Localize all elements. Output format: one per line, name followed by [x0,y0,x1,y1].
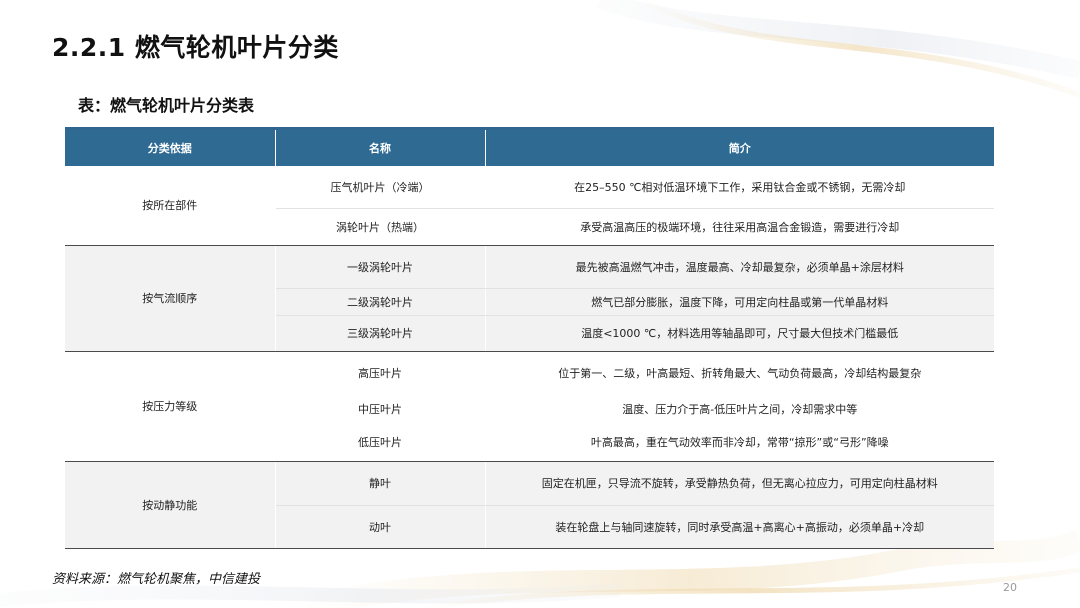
header-basis: 分类依据 [65,130,276,166]
page-number: 20 [1003,581,1017,594]
blade-name: 动叶 [275,505,486,549]
group-by-static-dynamic-function: 按动静功能 静叶 固定在机匣，只导流不旋转，承受静热负荷，但无离心拉应力，可用定… [65,461,994,549]
header-name: 名称 [275,130,486,166]
blade-name: 三级涡轮叶片 [275,315,486,352]
blade-description: 最先被高温燃气冲击，温度最高、冷却最复杂，必须单晶+涂层材料 [485,245,994,289]
table-row: 按气流顺序 一级涡轮叶片 最先被高温燃气冲击，温度最高、冷却最复杂，必须单晶+涂… [65,245,994,352]
category-cell: 按压力等级 [65,351,276,462]
table-caption: 表：燃气轮机叶片分类表 [78,96,255,115]
blade-description: 承受高温高压的极端环境，往往采用高温合金锻造，需要进行冷却 [485,208,994,246]
table-header-row: 分类依据 名称 简介 [65,130,994,166]
blade-name: 高压叶片 [275,351,486,395]
blade-name: 中压叶片 [275,395,486,423]
category-cell: 按所在部件 [65,166,276,246]
group-by-airflow-order: 按气流顺序 一级涡轮叶片 最先被高温燃气冲击，温度最高、冷却最复杂，必须单晶+涂… [65,245,994,352]
blade-description: 固定在机匣，只导流不旋转，承受静热负荷，但无离心拉应力，可用定向柱晶材料 [485,461,994,506]
blade-description: 位于第一、二级，叶高最短、折转角最大、气动负荷最高，冷却结构最复杂 [558,367,922,381]
group-by-pressure-level: 按压力等级 高压叶片 位于第一、二级，叶高最短、折转角最大、气动负荷最高，冷却结… [65,351,994,462]
page-title: 2.2.1 燃气轮机叶片分类 [52,33,339,62]
blade-description: 装在轮盘上与轴同速旋转，同时承受高温+高离心+高振动，必须单晶+冷却 [485,505,994,549]
blade-description: 在25–550 ℃相对低温环境下工作，采用钛合金或不锈钢，无需冷却 [485,166,994,209]
blade-name: 涡轮叶片（热端） [275,208,486,246]
blade-description: 温度<1000 ℃，材料选用等轴晶即可，尺寸最大但技术门槛最低 [485,315,994,352]
blade-name: 静叶 [275,461,486,506]
blade-name: 低压叶片 [275,423,486,462]
group-by-component: 按所在部件 压气机叶片（冷端） 在25–550 ℃相对低温环境下工作，采用钛合金… [65,166,994,246]
classification-table: 分类依据 名称 简介 按所在部件 压气机叶片（冷端） 在25–550 ℃相对低温… [65,127,994,549]
blade-description: 温度、压力介于高-低压叶片之间，冷却需求中等 [622,403,858,416]
category-cell: 按动静功能 [65,461,276,549]
category-cell: 按气流顺序 [65,245,276,352]
blade-description: 燃气已部分膨胀，温度下降，可用定向柱晶或第一代单晶材料 [485,288,994,316]
blade-name: 压气机叶片（冷端） [275,166,486,209]
source-note: 资料来源：燃气轮机聚焦，中信建投 [52,572,261,587]
blade-name: 一级涡轮叶片 [275,245,486,289]
table-row: 按所在部件 压气机叶片（冷端） 在25–550 ℃相对低温环境下工作，采用钛合金… [65,166,994,246]
table-row: 按动静功能 静叶 固定在机匣，只导流不旋转，承受静热负荷，但无离心拉应力，可用定… [65,461,994,549]
blade-name: 二级涡轮叶片 [275,288,486,316]
header-description: 简介 [485,130,994,166]
blade-description: 叶高最高，重在气动效率而非冷却，常带“掠形”或“弓形”降噪 [485,423,994,462]
table-row: 按压力等级 高压叶片 位于第一、二级，叶高最短、折转角最大、气动负荷最高，冷却结… [65,351,994,462]
